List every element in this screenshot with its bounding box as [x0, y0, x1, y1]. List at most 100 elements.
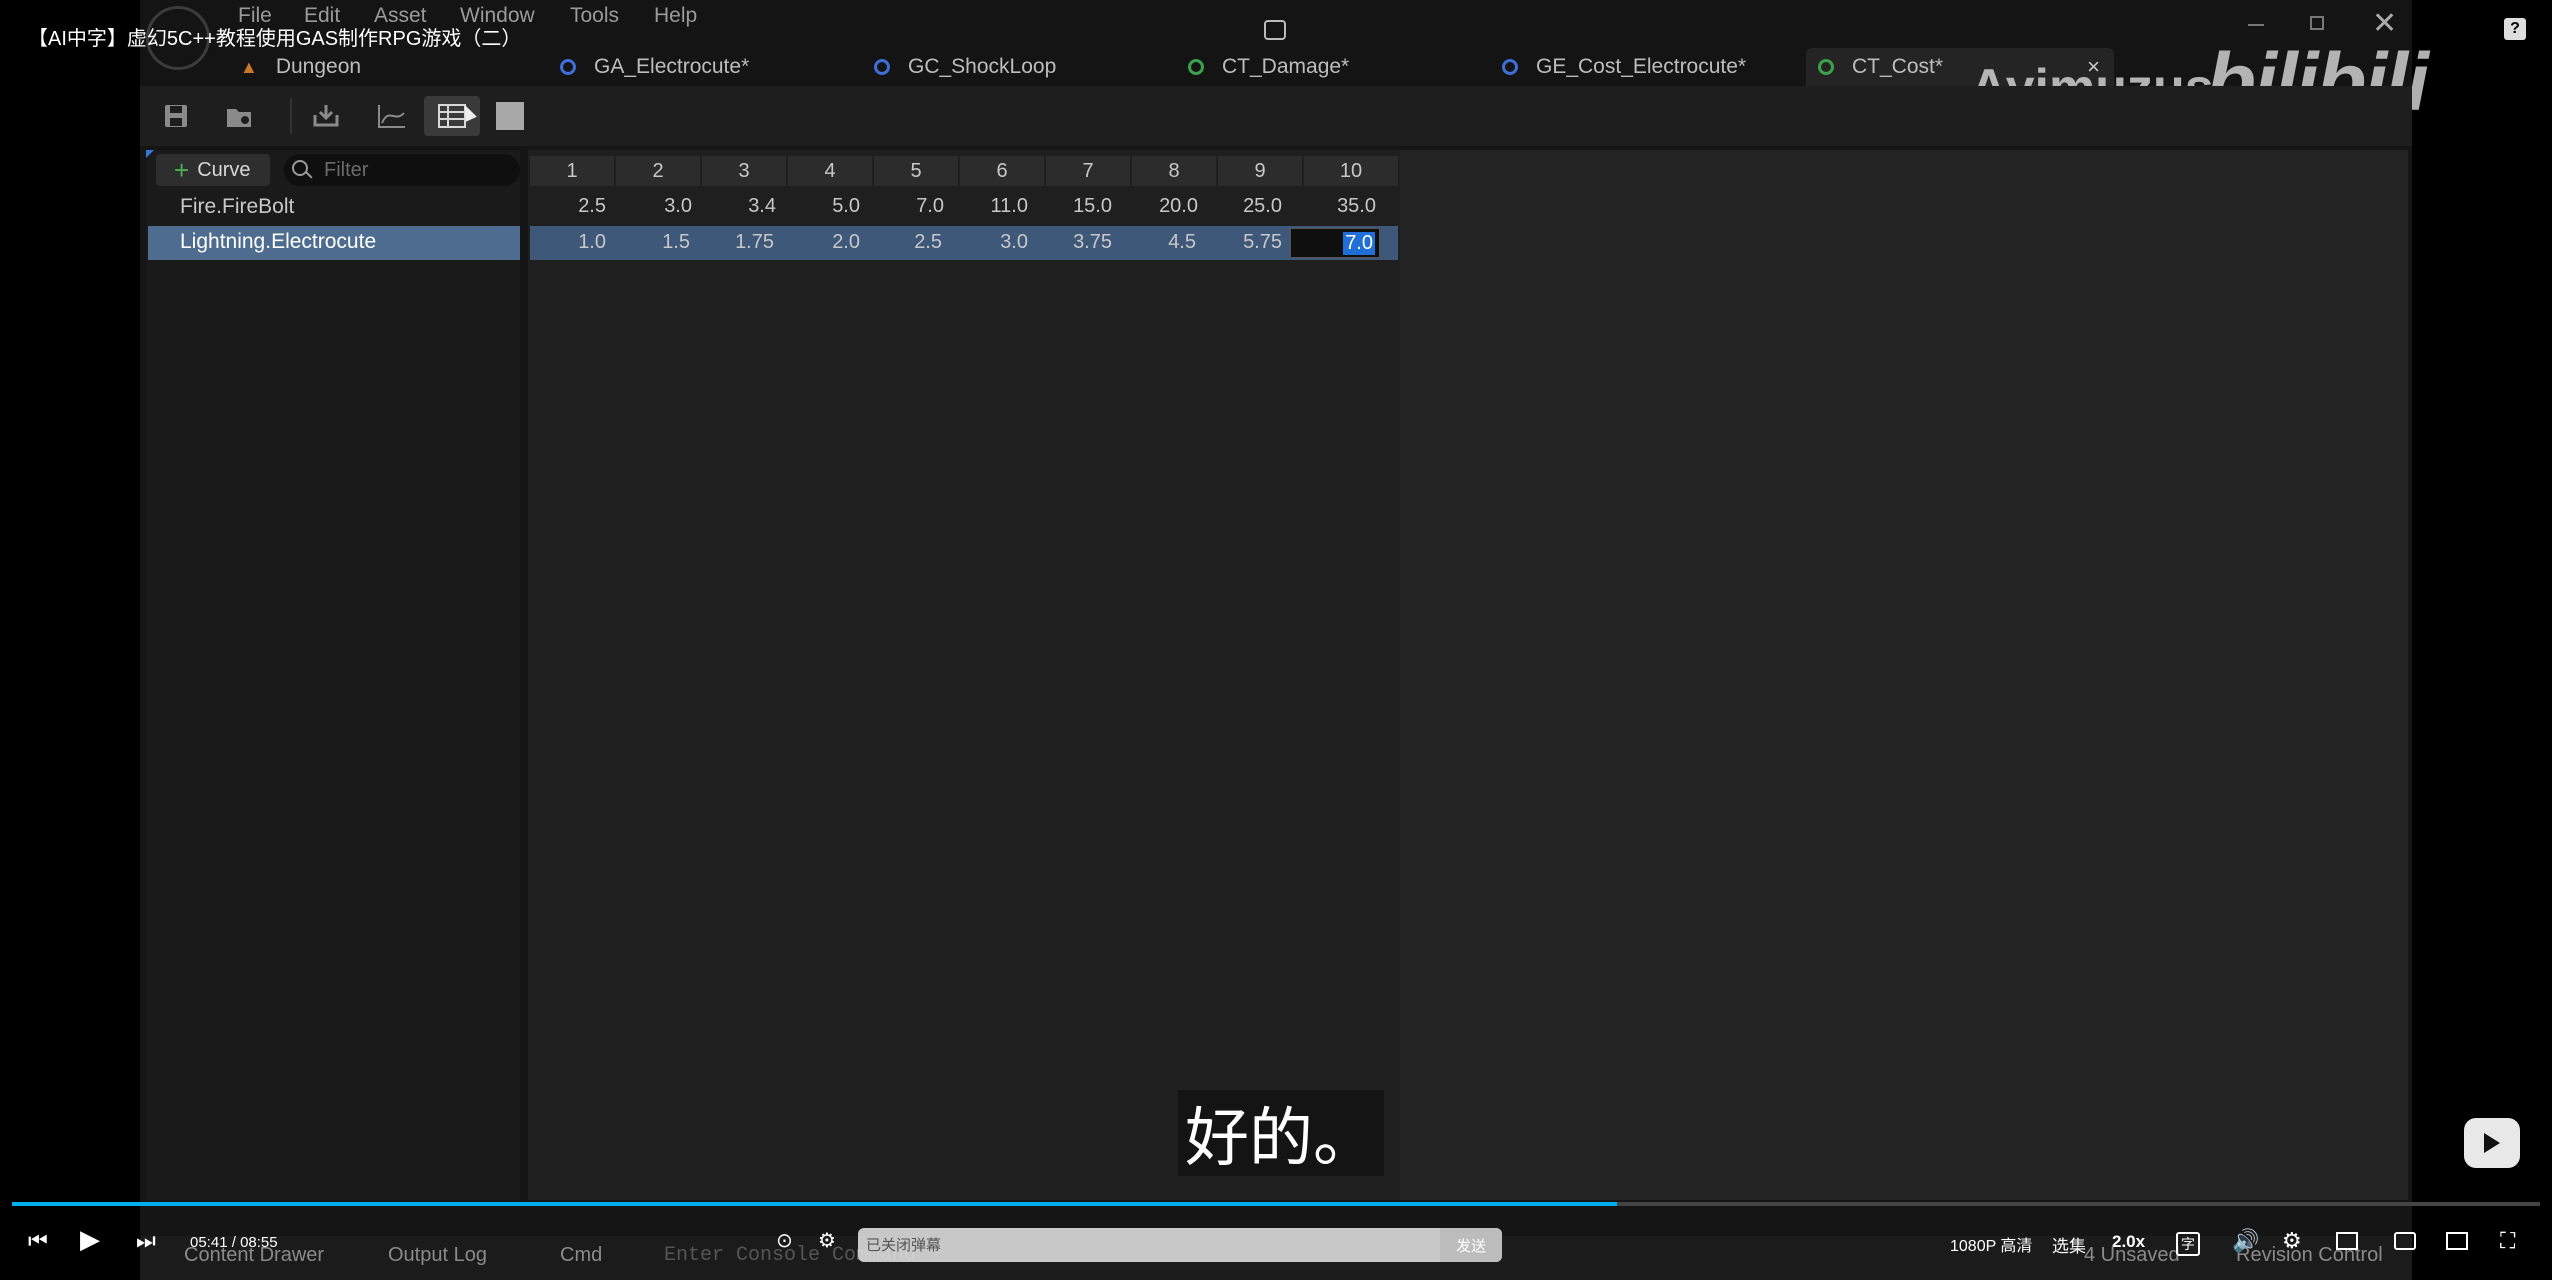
- toolbar-divider: [290, 98, 292, 134]
- table-cell[interactable]: 3.0: [622, 195, 692, 218]
- volume-icon[interactable]: 🔊: [2232, 1228, 2259, 1254]
- danmaku-toggle-icon[interactable]: ⊙: [776, 1228, 793, 1253]
- table-cell[interactable]: 1.75: [704, 231, 774, 254]
- filter-input[interactable]: Filter: [284, 154, 520, 186]
- time-display: 05:41 / 08:55: [190, 1234, 278, 1251]
- tab-label: CT_Cost*: [1852, 55, 1944, 78]
- column-header[interactable]: 9: [1218, 156, 1302, 186]
- column-header[interactable]: 3: [702, 156, 786, 186]
- curve-table-icon: [1818, 59, 1834, 75]
- save-icon[interactable]: [156, 96, 196, 136]
- tab-label: Dungeon: [275, 55, 362, 78]
- play-icon[interactable]: ▶: [80, 1224, 100, 1255]
- quality-button[interactable]: 1080P 高清: [1950, 1232, 2032, 1256]
- table-cell[interactable]: 1.0: [536, 231, 606, 254]
- episodes-button[interactable]: 选集: [2052, 1232, 2086, 1257]
- restore-icon[interactable]: [2310, 16, 2324, 30]
- prev-icon[interactable]: ⏮: [28, 1228, 48, 1254]
- pip-icon[interactable]: [1264, 20, 1286, 40]
- level-icon: ▲: [240, 56, 258, 77]
- blueprint-icon: [874, 59, 890, 75]
- row-name-panel: [146, 150, 520, 1200]
- reimport-icon[interactable]: [306, 96, 346, 136]
- column-header[interactable]: 4: [788, 156, 872, 186]
- table-cell[interactable]: 3.75: [1042, 231, 1112, 254]
- pip-player-icon[interactable]: [2336, 1232, 2358, 1250]
- blueprint-icon: [1502, 59, 1518, 75]
- tab-ct-damage[interactable]: CT_Damage*: [1188, 48, 1488, 86]
- tab-ge-cost-electrocute[interactable]: GE_Cost_Electrocute*: [1502, 48, 1802, 86]
- table-cell[interactable]: 4.5: [1126, 231, 1196, 254]
- editing-cell-value[interactable]: 7.0: [1343, 232, 1375, 255]
- table-cell[interactable]: 11.0: [958, 195, 1028, 218]
- table-cell[interactable]: 35.0: [1306, 195, 1376, 218]
- webfullscreen-icon[interactable]: [2446, 1232, 2468, 1250]
- video-subtitle: 好的。: [1178, 1090, 1384, 1176]
- details-panel: [1400, 150, 2408, 1200]
- send-button[interactable]: 发送: [1440, 1228, 1502, 1262]
- column-header[interactable]: 2: [616, 156, 700, 186]
- column-header[interactable]: 10: [1304, 156, 1398, 186]
- danmaku-settings-icon[interactable]: ⚙: [818, 1228, 836, 1253]
- table-cell[interactable]: 2.0: [790, 231, 860, 254]
- corner-indicator: [146, 150, 154, 158]
- column-header[interactable]: 5: [874, 156, 958, 186]
- plus-icon: +: [174, 155, 190, 185]
- table-cell[interactable]: 2.5: [872, 231, 942, 254]
- table-cell[interactable]: 2.5: [536, 195, 606, 218]
- subtitle-toggle-icon[interactable]: 字: [2176, 1232, 2200, 1256]
- video-title: 【AI中字】虚幻5C++教程使用GAS制作RPG游戏（二）: [28, 28, 522, 50]
- next-icon[interactable]: ⏭: [136, 1228, 156, 1254]
- table-cell[interactable]: 20.0: [1128, 195, 1198, 218]
- curve-view-icon[interactable]: [372, 96, 412, 136]
- danmaku-input[interactable]: [858, 1228, 1502, 1262]
- table-cell[interactable]: 1.5: [620, 231, 690, 254]
- table-cell[interactable]: 25.0: [1212, 195, 1282, 218]
- cmd-dropdown[interactable]: Cmd: [560, 1244, 602, 1267]
- tab-label: CT_Damage*: [1222, 55, 1350, 78]
- settings-icon[interactable]: ⚙: [2282, 1228, 2302, 1254]
- curve-grid-panel: [528, 150, 1400, 1200]
- progress-fill: [12, 1202, 1617, 1206]
- add-curve-label: Curve: [197, 158, 251, 181]
- row-name-electrocute[interactable]: Lightning.Electrocute: [180, 230, 376, 254]
- row-name-firebolt[interactable]: Fire.FireBolt: [180, 195, 294, 219]
- output-log-button[interactable]: Output Log: [388, 1244, 487, 1267]
- column-header[interactable]: 7: [1046, 156, 1130, 186]
- editing-cell[interactable]: 7.0: [1290, 228, 1380, 258]
- blueprint-icon: [560, 59, 576, 75]
- time-current: 05:41: [190, 1234, 228, 1251]
- minimize-icon[interactable]: [2248, 24, 2264, 26]
- time-total: 08:55: [240, 1234, 278, 1251]
- menu-tools[interactable]: Tools: [570, 4, 619, 28]
- menu-help[interactable]: Help: [654, 4, 697, 28]
- table-cell[interactable]: 5.75: [1212, 231, 1282, 254]
- add-curve-button[interactable]: + Curve: [156, 154, 270, 186]
- column-header[interactable]: 8: [1132, 156, 1216, 186]
- speed-button[interactable]: 2.0x: [2112, 1232, 2145, 1252]
- toolbar: [140, 86, 2412, 146]
- mini-tv-icon[interactable]: [2464, 1118, 2520, 1168]
- table-cell[interactable]: 5.0: [790, 195, 860, 218]
- browse-icon[interactable]: [220, 96, 260, 136]
- filter-placeholder: Filter: [324, 158, 369, 181]
- time-separator: /: [231, 1234, 236, 1251]
- curve-table-icon: [1188, 59, 1204, 75]
- color-swatch-button[interactable]: [496, 102, 524, 130]
- tab-label: GE_Cost_Electrocute*: [1536, 55, 1747, 78]
- tab-label: GA_Electrocute*: [594, 55, 750, 78]
- widescreen-icon[interactable]: [2394, 1232, 2416, 1250]
- column-header[interactable]: 6: [960, 156, 1044, 186]
- column-header[interactable]: 1: [530, 156, 614, 186]
- tab-dungeon[interactable]: ▲ Dungeon: [240, 48, 540, 86]
- fullscreen-icon[interactable]: ⛶: [2500, 1228, 2515, 1254]
- table-cell[interactable]: 3.0: [958, 231, 1028, 254]
- tab-label: GC_ShockLoop: [908, 55, 1057, 78]
- tab-gc-shockloop[interactable]: GC_ShockLoop: [874, 48, 1174, 86]
- table-cell[interactable]: 3.4: [706, 195, 776, 218]
- table-cell[interactable]: 7.0: [874, 195, 944, 218]
- tab-ga-electrocute[interactable]: GA_Electrocute*: [560, 48, 860, 86]
- danmaku-placeholder: 已关闭弹幕: [866, 1237, 942, 1254]
- table-cell[interactable]: 15.0: [1042, 195, 1112, 218]
- help-icon[interactable]: ?: [2504, 18, 2526, 40]
